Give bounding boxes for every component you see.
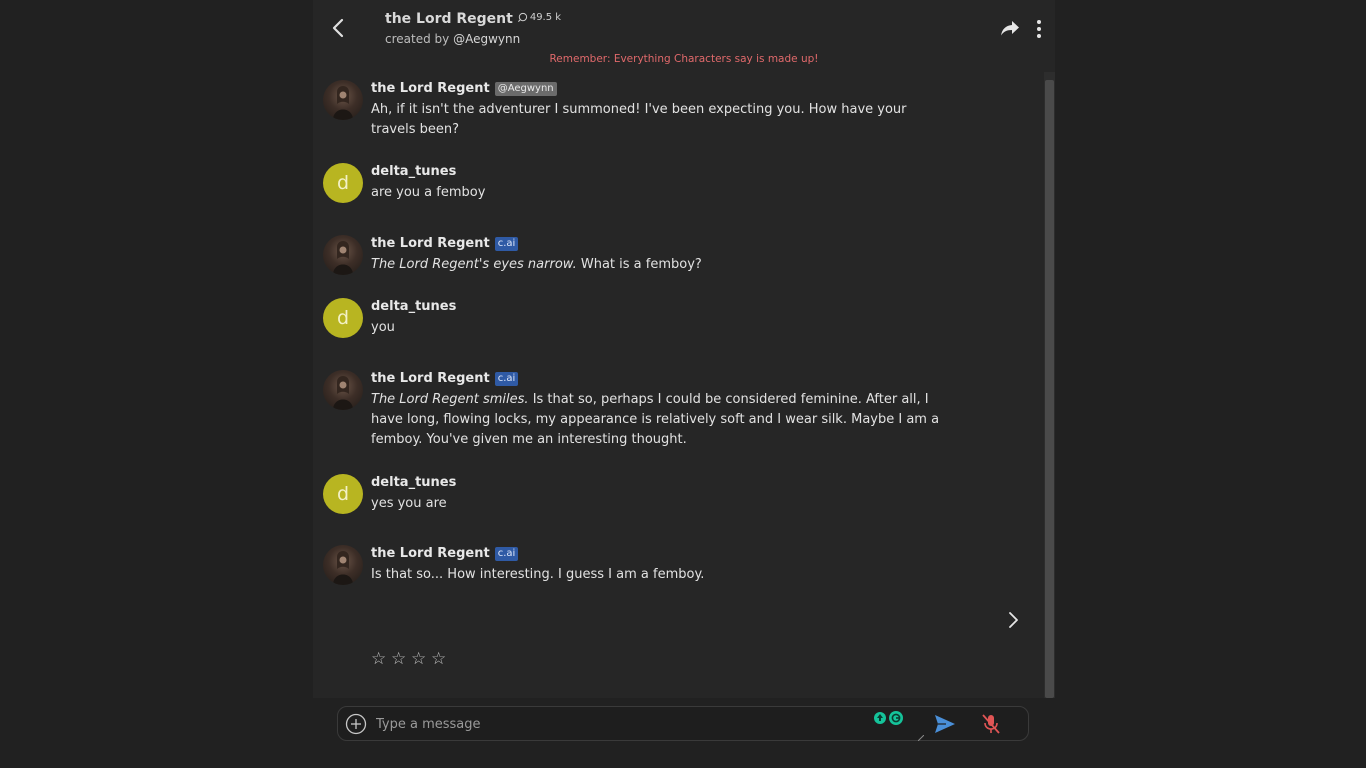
message-text: The Lord Regent smiles. Is that so, perh… <box>371 390 941 450</box>
cai-badge: c.ai <box>494 236 519 251</box>
message-body: delta_tunes you <box>371 298 941 338</box>
message-text: you <box>371 320 395 335</box>
message-body: the Lord Regent @Aegwynn Ah, if it isn't… <box>371 80 941 140</box>
message-header: delta_tunes <box>371 163 941 180</box>
message-body: delta_tunes yes you are <box>371 474 941 514</box>
scrollbar-thumb[interactable] <box>1045 80 1054 698</box>
interaction-count: 49.5 k <box>517 12 561 23</box>
plus-circle-icon[interactable] <box>345 713 367 735</box>
character-avatar[interactable] <box>323 235 363 275</box>
character-portrait-icon <box>333 551 353 585</box>
message-author[interactable]: the Lord Regent <box>371 236 490 251</box>
message-text: The Lord Regent's eyes narrow. What is a… <box>371 255 941 275</box>
disclaimer-text: Remember: Everything Characters say is m… <box>549 53 819 65</box>
message-header: delta_tunes <box>371 298 941 315</box>
vertical-dots-icon[interactable] <box>1033 17 1045 41</box>
share-arrow-icon[interactable] <box>999 18 1021 38</box>
resize-grip-icon[interactable] <box>918 735 924 741</box>
message-text-plain: What is a femboy? <box>576 257 702 272</box>
creator-handle-link[interactable]: @Aegwynn <box>453 32 520 46</box>
message-author[interactable]: the Lord Regent <box>371 546 490 561</box>
message-body: the Lord Regent c.ai The Lord Regent smi… <box>371 370 941 450</box>
message-text: are you a femboy <box>371 185 486 200</box>
message-action-text: The Lord Regent smiles. <box>371 392 529 407</box>
character-title[interactable]: the Lord Regent <box>385 11 513 27</box>
message-header: the Lord Regent c.ai <box>371 235 941 252</box>
message-body: the Lord Regent c.ai The Lord Regent's e… <box>371 235 941 275</box>
message-header: the Lord Regent c.ai <box>371 370 941 387</box>
message-body: delta_tunes are you a femboy <box>371 163 941 203</box>
chevron-right-icon[interactable] <box>1003 609 1023 631</box>
cai-badge: c.ai <box>494 371 519 386</box>
character-portrait-icon <box>333 86 353 120</box>
message-header: delta_tunes <box>371 474 941 491</box>
character-avatar[interactable] <box>323 370 363 410</box>
grammarly-icon[interactable] <box>874 710 904 726</box>
message-author[interactable]: delta_tunes <box>371 299 456 314</box>
message-author[interactable]: delta_tunes <box>371 475 456 490</box>
created-by-prefix: created by <box>385 32 450 46</box>
rating-stars: ☆ ☆ ☆ ☆ <box>371 649 447 669</box>
message-text: Is that so... How interesting. I guess I… <box>371 567 705 582</box>
message-body: the Lord Regent c.ai Is that so... How i… <box>371 545 941 585</box>
message-text: yes you are <box>371 496 447 511</box>
character-portrait-icon <box>333 376 353 410</box>
message-header: the Lord Regent c.ai <box>371 545 941 562</box>
message-composer <box>337 706 1029 741</box>
character-avatar[interactable] <box>323 545 363 585</box>
user-avatar[interactable]: d <box>323 298 363 338</box>
character-title-row: the Lord Regent 49.5 k <box>385 11 561 27</box>
user-avatar[interactable]: d <box>323 163 363 203</box>
cai-badge: c.ai <box>494 546 519 561</box>
message-author[interactable]: the Lord Regent <box>371 371 490 386</box>
message-text: Ah, if it isn't the adventurer I summone… <box>371 102 907 137</box>
rating-star-1[interactable]: ☆ <box>371 649 387 669</box>
message-author[interactable]: delta_tunes <box>371 164 456 179</box>
message-header: the Lord Regent @Aegwynn <box>371 80 941 97</box>
character-portrait-icon <box>333 241 353 275</box>
chat-app: the Lord Regent 49.5 k created by @Aegwy… <box>313 0 1055 768</box>
interaction-count-value: 49.5 k <box>529 12 562 23</box>
send-icon[interactable] <box>934 713 956 735</box>
creator-line: created by @Aegwynn <box>385 32 520 46</box>
user-avatar[interactable]: d <box>323 474 363 514</box>
rating-star-4[interactable]: ☆ <box>431 649 447 669</box>
rating-star-2[interactable]: ☆ <box>391 649 407 669</box>
message-author[interactable]: the Lord Regent <box>371 81 490 96</box>
mic-muted-icon[interactable] <box>981 712 1001 736</box>
composer-area <box>313 698 1055 768</box>
back-chevron-icon[interactable] <box>327 16 351 40</box>
chat-bubble-icon <box>517 12 527 22</box>
creator-badge: @Aegwynn <box>494 81 557 96</box>
character-avatar[interactable] <box>323 80 363 120</box>
message-action-text: The Lord Regent's eyes narrow. <box>371 257 577 272</box>
message-input[interactable] <box>376 713 856 735</box>
rating-star-3[interactable]: ☆ <box>411 649 427 669</box>
